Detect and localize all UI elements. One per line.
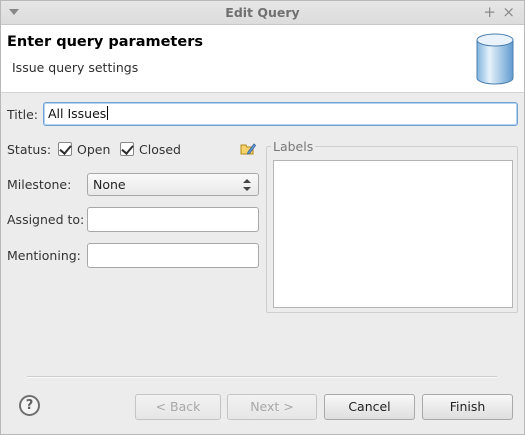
- header-subtitle: Issue query settings: [12, 60, 139, 75]
- next-button[interactable]: Next >: [227, 394, 317, 420]
- finish-button[interactable]: Finish: [422, 394, 513, 420]
- labels-group: Labels: [266, 139, 518, 313]
- title-input-value: All Issues: [48, 106, 107, 121]
- cancel-button[interactable]: Cancel: [324, 394, 415, 420]
- help-button[interactable]: ?: [19, 395, 40, 416]
- status-open-checkbox[interactable]: [58, 142, 72, 156]
- mentioning-input[interactable]: [87, 243, 259, 268]
- back-button[interactable]: < Back: [135, 394, 221, 420]
- database-icon: [476, 33, 514, 85]
- header-title: Enter query parameters: [7, 34, 203, 50]
- title-bar: Edit Query + ×: [1, 1, 524, 25]
- dialog-header: Enter query parameters Issue query setti…: [1, 25, 524, 93]
- status-closed-label: Closed: [139, 142, 181, 157]
- edit-query-dialog: Edit Query + × Enter query parameters Is…: [0, 0, 525, 435]
- milestone-value: None: [93, 177, 126, 192]
- assigned-to-label: Assigned to:: [7, 212, 85, 227]
- window-title: Edit Query: [225, 5, 300, 20]
- labels-list[interactable]: [273, 160, 513, 308]
- text-caret: [107, 106, 109, 120]
- edit-status-icon[interactable]: [240, 142, 256, 156]
- milestone-label: Milestone:: [7, 177, 72, 192]
- milestone-select[interactable]: None: [87, 173, 259, 196]
- spinner-arrows-icon: [243, 179, 251, 191]
- title-label: Title:: [7, 107, 38, 122]
- labels-group-title: Labels: [271, 139, 316, 154]
- title-input[interactable]: All Issues: [43, 102, 518, 126]
- button-bar-separator: [27, 376, 497, 378]
- assigned-to-input[interactable]: [87, 207, 259, 232]
- status-open-label: Open: [77, 142, 111, 157]
- mentioning-label: Mentioning:: [7, 248, 81, 263]
- status-closed-checkbox[interactable]: [120, 142, 134, 156]
- pin-icon[interactable]: +: [483, 4, 496, 20]
- status-label: Status:: [7, 142, 52, 157]
- close-icon[interactable]: ×: [502, 4, 515, 20]
